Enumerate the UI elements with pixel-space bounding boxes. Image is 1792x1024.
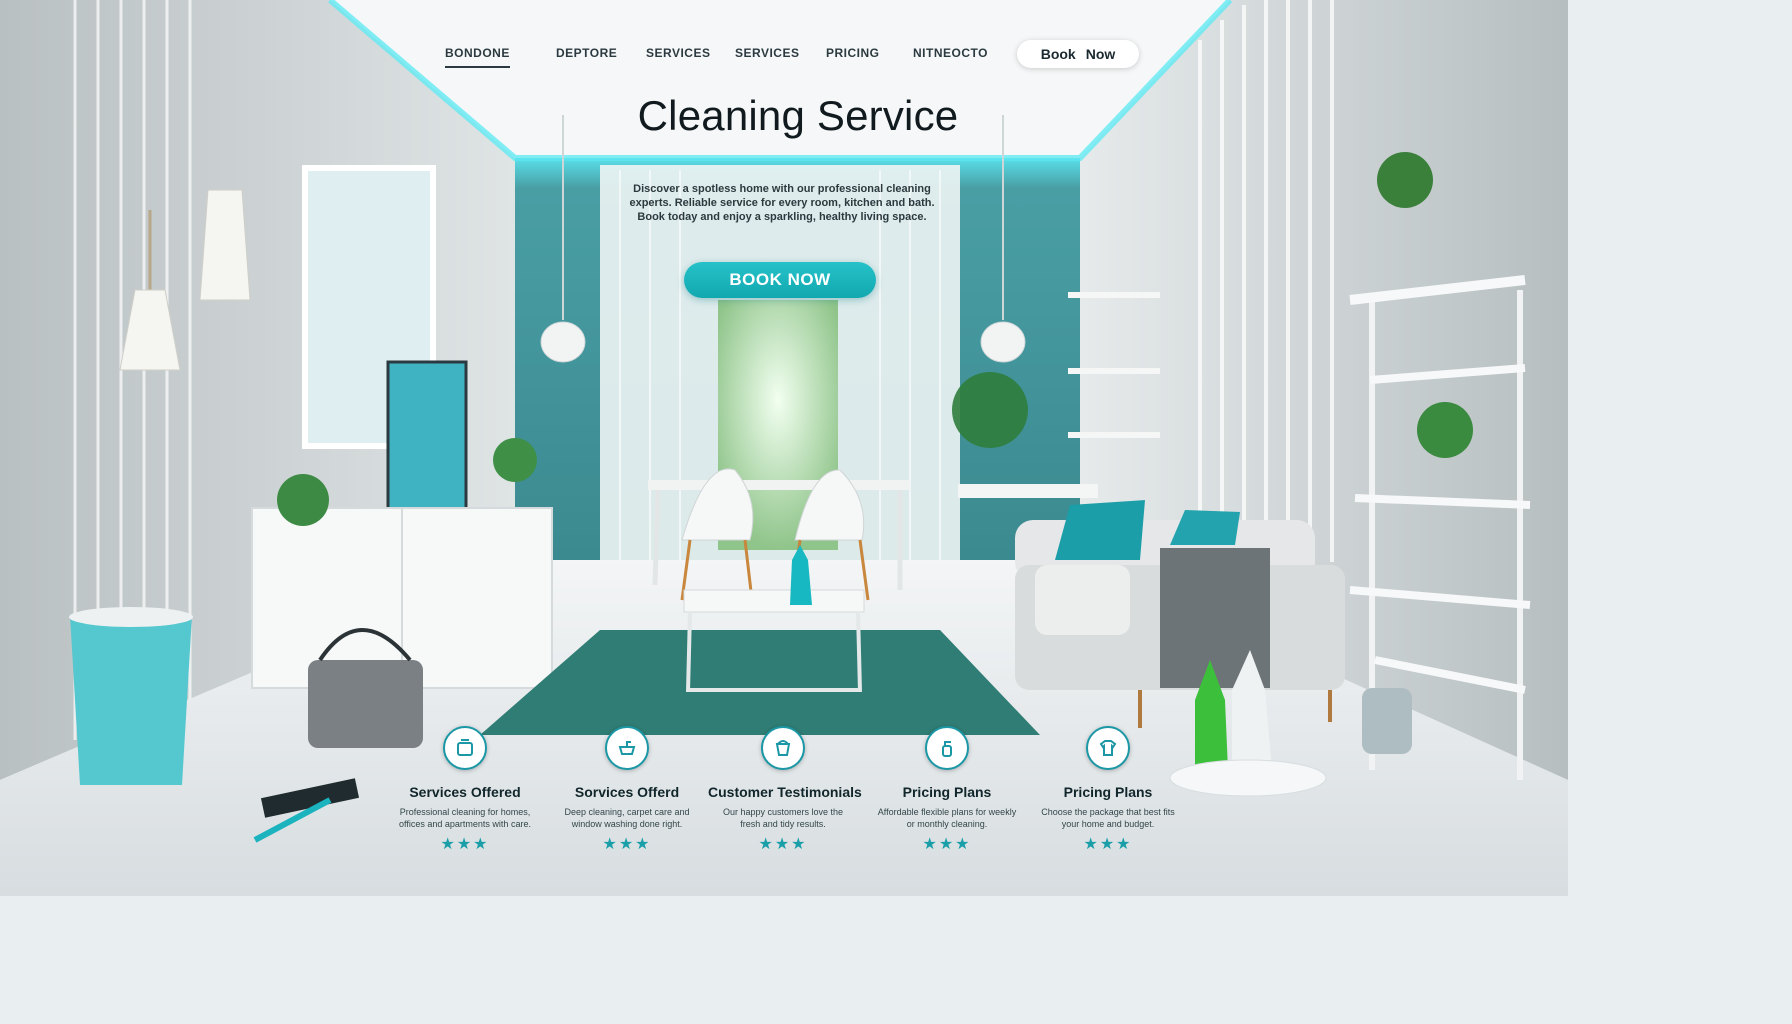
nav-item-about[interactable]: DEPTORE	[556, 46, 617, 60]
sink-icon	[605, 726, 649, 770]
feature-card-pricing-plans[interactable]: Pricing Plans Affordable flexible plans …	[872, 726, 1022, 854]
cleaning-icon	[443, 726, 487, 770]
bucket-icon	[761, 726, 805, 770]
feature-text: Affordable flexible plans for weekly or …	[877, 807, 1017, 829]
rating-stars: ★★★	[758, 836, 808, 853]
rating-stars: ★★★	[440, 836, 490, 853]
feature-text: Our happy customers love the fresh and t…	[722, 807, 844, 829]
hero-description: Discover a spotless home with our profes…	[629, 183, 935, 223]
nav-item-contact[interactable]: NITNEOCTO	[913, 46, 988, 60]
book-now-nav-button[interactable]: Book Now	[1017, 40, 1139, 68]
spray-icon	[925, 726, 969, 770]
nav-item-pricing[interactable]: PRICING	[826, 46, 880, 60]
feature-title: Services Offered	[409, 784, 521, 800]
nav-item-services[interactable]: SERVICES	[646, 46, 710, 60]
feature-card-services-offered-2[interactable]: Sorvices Offerd Deep cleaning, carpet ca…	[552, 726, 702, 854]
page-title: Cleaning Service	[637, 92, 959, 139]
feature-card-services-offered[interactable]: Services Offered Professional cleaning f…	[390, 726, 540, 854]
nav-item-services-2[interactable]: SERVICES	[735, 46, 799, 60]
book-now-nav-label-2: Now	[1085, 46, 1116, 62]
feature-card-testimonials[interactable]: Customer Testimonials Our happy customer…	[708, 726, 862, 854]
feature-text: Choose the package that best fits your h…	[1041, 807, 1175, 829]
feature-text: Deep cleaning, carpet care and window wa…	[564, 807, 690, 829]
book-now-hero-button[interactable]: BOOK NOW	[684, 262, 876, 298]
nav-item-home[interactable]: BONDONE	[445, 46, 510, 68]
rating-stars: ★★★	[1083, 836, 1133, 853]
feature-title: Sorvices Offerd	[574, 784, 680, 800]
shirt-icon	[1086, 726, 1130, 770]
book-now-nav-label-1: Book	[1040, 46, 1076, 62]
feature-title: Pricing Plans	[902, 784, 992, 800]
feature-card-pricing-plans-2[interactable]: Pricing Plans Choose the package that be…	[1033, 726, 1183, 854]
top-navigation: BONDONE DEPTORE SERVICES SERVICES PRICIN…	[0, 0, 1568, 90]
rating-stars: ★★★	[602, 836, 652, 853]
feature-title: Pricing Plans	[1063, 784, 1153, 800]
rating-stars: ★★★	[922, 836, 972, 853]
feature-text: Professional cleaning for homes, offices…	[399, 807, 531, 829]
feature-title: Customer Testimonials	[708, 784, 862, 800]
